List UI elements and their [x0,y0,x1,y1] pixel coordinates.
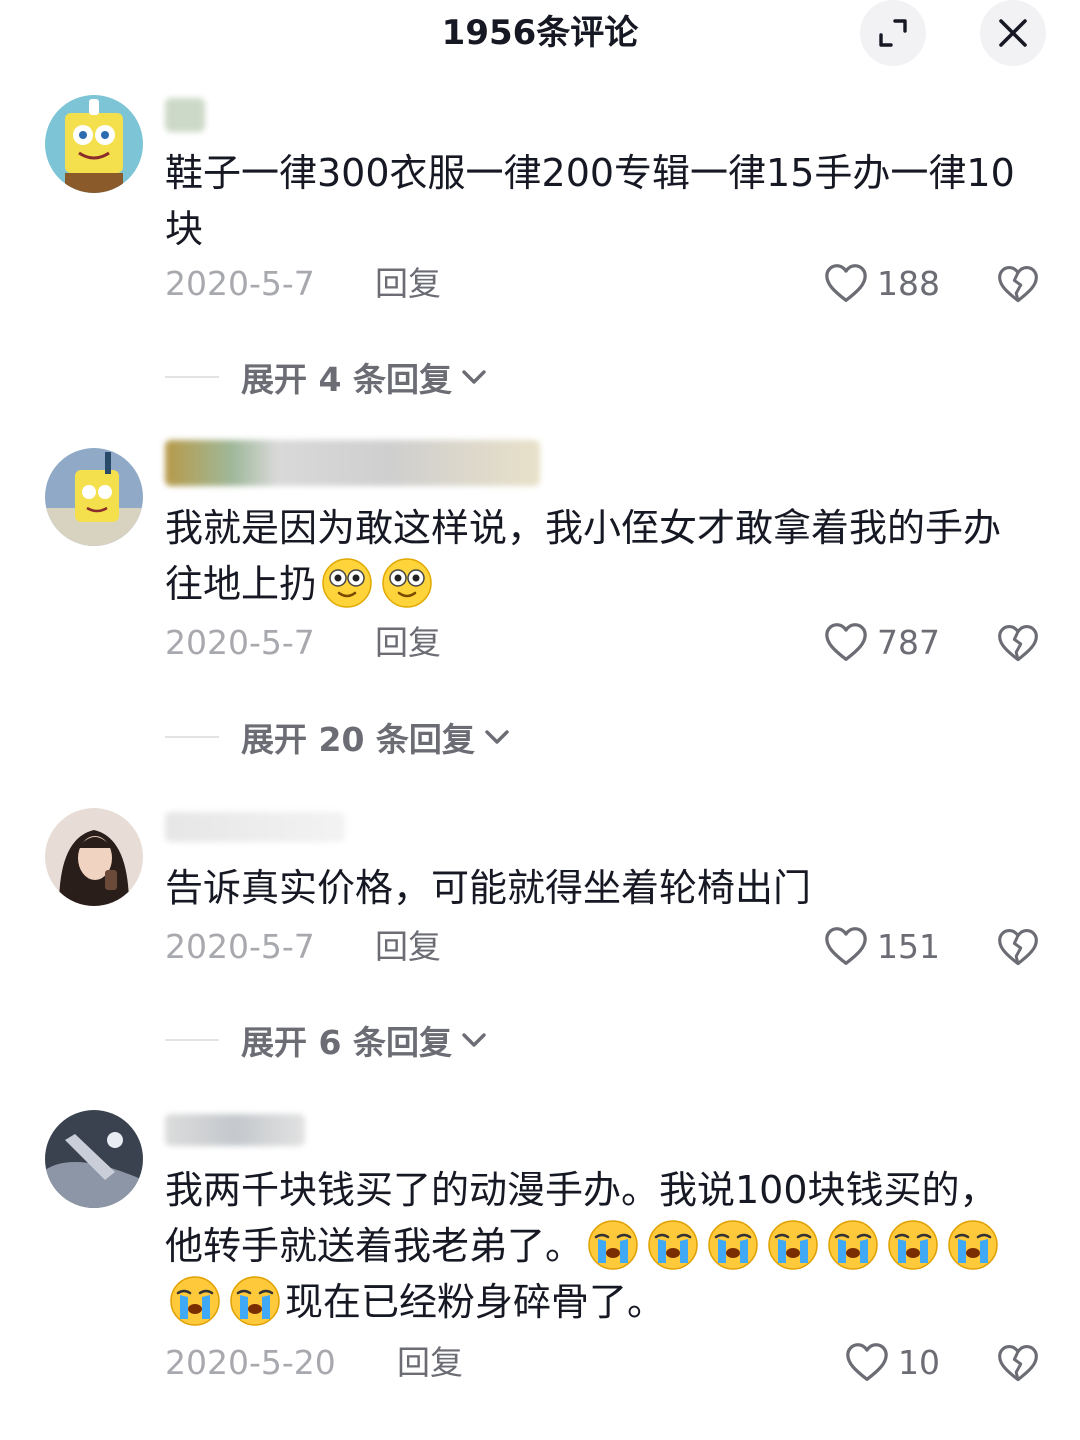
expand-replies-label: 展开 20 条回复 [241,720,475,759]
comment-date: 2020-5-20 [165,1343,336,1382]
like-button[interactable]: 10 [844,1338,940,1388]
like-button[interactable]: 188 [823,259,940,309]
heart-outline-icon [823,620,869,666]
comment-text: 我就是因为敢这样说，我小侄女才敢拿着我的手办往地上扔 [165,500,1025,612]
comment-date: 2020-5-7 [165,264,315,303]
comment-meta: 2020-5-7 回复 151 [165,922,1040,972]
divider [165,736,219,738]
heart-outline-icon [844,1340,890,1386]
divider [165,376,219,378]
broken-heart-icon[interactable] [996,622,1040,666]
comment-meta: 2020-5-20 回复 10 [165,1338,1040,1388]
broken-heart-icon[interactable] [996,926,1040,970]
comment-text: 告诉真实价格，可能就得坐着轮椅出门 [165,866,812,910]
cry-emoji [947,1219,999,1271]
username-blurred[interactable] [165,98,205,132]
reply-button[interactable]: 回复 [375,259,441,309]
chevron-down-icon [460,1026,488,1054]
broken-heart-icon[interactable] [996,1342,1040,1386]
comments-header: 1956条评论 [0,0,1080,70]
comment-text-tail: 现在已经粉身碎骨了。 [285,1280,666,1324]
expand-replies[interactable]: 展开 20 条回复 [165,717,511,759]
like-count: 151 [877,927,940,966]
chevron-down-icon [483,723,511,751]
cry-emoji [767,1219,819,1271]
username-blurred[interactable] [165,812,345,842]
like-count: 787 [877,623,940,662]
cry-emoji [587,1219,639,1271]
close-icon [999,19,1027,47]
username-blurred[interactable] [165,440,540,486]
expand-replies[interactable]: 展开 4 条回复 [165,357,488,399]
comment-date: 2020-5-7 [165,927,315,966]
cry-emoji [229,1275,281,1327]
comment-date: 2020-5-7 [165,623,315,662]
smile-emoji [321,557,373,609]
cry-emoji [827,1219,879,1271]
cry-emoji [887,1219,939,1271]
avatar[interactable] [45,1110,143,1208]
comment-meta: 2020-5-7 回复 188 [165,259,1040,309]
heart-outline-icon [823,924,869,970]
smile-emoji [381,557,433,609]
expand-replies-label: 展开 6 条回复 [241,1023,452,1062]
expand-replies[interactable]: 展开 6 条回复 [165,1020,488,1062]
close-button[interactable] [980,0,1046,66]
avatar[interactable] [45,448,143,546]
cry-emoji [707,1219,759,1271]
like-button[interactable]: 151 [823,922,940,972]
comment-meta: 2020-5-7 回复 787 [165,618,1040,668]
reply-button[interactable]: 回复 [375,618,441,668]
like-count: 188 [877,264,940,303]
divider [165,1039,219,1041]
reply-button[interactable]: 回复 [375,922,441,972]
expand-button[interactable] [860,0,926,66]
comment-text: 我两千块钱买了的动漫手办。我说100块钱买的，他转手就送着我老弟了。现在已经粉身… [165,1162,1015,1330]
expand-replies-label: 展开 4 条回复 [241,360,452,399]
broken-heart-icon[interactable] [996,263,1040,307]
cry-emoji [169,1275,221,1327]
heart-outline-icon [823,261,869,307]
like-count: 10 [898,1343,940,1382]
comment-text-content: 我就是因为敢这样说，我小侄女才敢拿着我的手办往地上扔 [165,506,1002,606]
username-blurred[interactable] [165,1114,305,1146]
avatar[interactable] [45,95,143,193]
chevron-down-icon [460,363,488,391]
reply-button[interactable]: 回复 [397,1338,463,1388]
like-button[interactable]: 787 [823,618,940,668]
expand-icon [879,19,907,47]
cry-emoji [647,1219,699,1271]
avatar[interactable] [45,808,143,906]
comment-text: 鞋子一律300衣服一律200专辑一律15手办一律10块 [165,151,1015,251]
